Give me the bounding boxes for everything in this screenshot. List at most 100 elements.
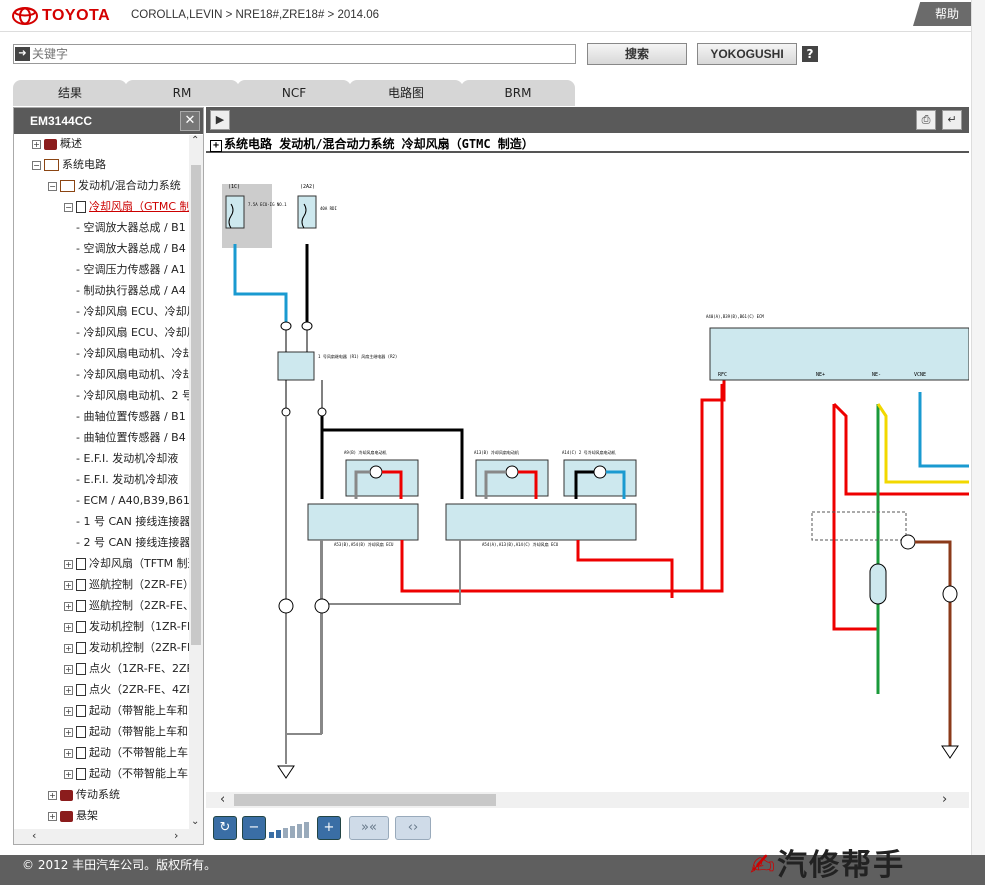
motor-2-symbol bbox=[505, 465, 519, 479]
watermark-text: 汽修帮手 bbox=[777, 848, 906, 883]
fuse-2 bbox=[297, 195, 317, 229]
tree-item[interactable]: - 冷却风扇电动机、冷却 bbox=[76, 366, 189, 384]
ecm-ne-minus-pin: NE- bbox=[872, 372, 881, 378]
scroll-down-icon[interactable]: ⌄ bbox=[191, 816, 199, 827]
tree-item[interactable]: - 2 号 CAN 接线连接器 bbox=[76, 534, 189, 552]
tree-item[interactable]: + 传动系统 bbox=[48, 786, 120, 804]
prev-next-icon[interactable]: ‹› bbox=[395, 816, 431, 840]
tree-item-label: 起动（带智能上车和 bbox=[89, 704, 188, 717]
tree-item[interactable]: − 系统电路 bbox=[32, 156, 106, 174]
refresh-icon[interactable]: ↻ bbox=[213, 816, 237, 840]
expand-icon[interactable]: + bbox=[48, 811, 57, 821]
tree-item[interactable]: - 空调放大器总成 / B1 bbox=[76, 219, 186, 237]
tree-item[interactable]: − 冷却风扇（GTMC 制造 bbox=[64, 198, 189, 216]
tree-item[interactable]: + 起动（不带智能上车 bbox=[64, 744, 188, 762]
help-button[interactable]: 帮助 bbox=[913, 2, 973, 26]
tree-item[interactable]: + 巡航控制（2ZR-FE、 bbox=[64, 597, 189, 615]
expand-icon[interactable]: + bbox=[64, 706, 73, 716]
tree-item[interactable]: + 起动（不带智能上车 bbox=[64, 765, 188, 783]
search-button[interactable]: 搜索 bbox=[587, 43, 687, 65]
collapse-icon[interactable]: − bbox=[32, 160, 41, 170]
tree-item-label: - E.F.I. 发动机冷却液 bbox=[76, 473, 179, 486]
tree-item-label: - 空调放大器总成 / B1 bbox=[76, 221, 186, 234]
tree-item[interactable]: + 点火（2ZR-FE、4ZR- bbox=[64, 681, 189, 699]
tree-item[interactable]: - ECM / A40,B39,B61 bbox=[76, 492, 189, 510]
panel-title: EM3144CC bbox=[14, 108, 203, 134]
expand-icon[interactable]: + bbox=[64, 727, 73, 737]
tree-item[interactable]: - 空调压力传感器 / A1 bbox=[76, 261, 186, 279]
page-vertical-scrollbar[interactable] bbox=[971, 0, 985, 855]
scroll-right-icon[interactable]: › bbox=[174, 829, 178, 842]
tree-item[interactable]: + 起动（带智能上车和 bbox=[64, 723, 188, 741]
tree-item[interactable]: - 1 号 CAN 接线连接器 bbox=[76, 513, 189, 531]
tree-item[interactable]: + 发动机控制（1ZR-FE bbox=[64, 618, 189, 636]
scroll-left-icon[interactable]: ‹ bbox=[220, 792, 225, 807]
expand-icon[interactable]: + bbox=[64, 685, 73, 695]
print-icon[interactable]: ⎙ bbox=[916, 110, 936, 130]
expand-icon[interactable]: + bbox=[64, 643, 73, 653]
tree-item[interactable]: - E.F.I. 发动机冷却液 bbox=[76, 450, 178, 468]
diagram-scroll-thumb[interactable] bbox=[234, 794, 496, 806]
tree-item[interactable]: + 发动机控制（2ZR-FE bbox=[64, 639, 189, 657]
wiring-diagram[interactable]: + 系统电路 发动机/混合动力系统 冷却风扇（GTMC 制造） (1C) 7.5A… bbox=[206, 134, 969, 794]
page-icon bbox=[76, 726, 86, 738]
tree-item[interactable]: + 概述 bbox=[32, 135, 82, 153]
tree-item[interactable]: + 悬架 bbox=[48, 807, 98, 825]
close-panel-button[interactable]: ✕ bbox=[180, 111, 200, 131]
yokogushi-button[interactable]: YOKOGUSHI bbox=[697, 43, 797, 65]
zoom-level-icon[interactable] bbox=[269, 820, 315, 838]
scroll-right-icon[interactable]: › bbox=[942, 792, 947, 807]
collapse-icon[interactable]: − bbox=[64, 202, 73, 212]
tree-horizontal-scrollbar[interactable]: ‹ › bbox=[14, 829, 203, 844]
tab-results[interactable]: 结果 bbox=[13, 80, 127, 106]
tab-rm[interactable]: RM bbox=[125, 80, 239, 106]
expand-icon[interactable]: + bbox=[32, 139, 41, 149]
tree-item[interactable]: - 冷却风扇电动机、冷却 bbox=[76, 345, 189, 363]
collapse-icon[interactable]: − bbox=[48, 181, 57, 191]
scroll-left-icon[interactable]: ‹ bbox=[32, 829, 36, 842]
tree-item-label: - 曲轴位置传感器 / B1 bbox=[76, 410, 186, 423]
tree-item[interactable]: − 发动机/混合动力系统 bbox=[48, 177, 181, 195]
tree-item[interactable]: + 冷却风扇（TFTM 制造 bbox=[64, 555, 189, 573]
tree-item[interactable]: + 起动（带智能上车和 bbox=[64, 702, 188, 720]
tab-brm[interactable]: BRM bbox=[461, 80, 575, 106]
search-box[interactable]: ➜ bbox=[13, 44, 576, 64]
expand-icon[interactable]: + bbox=[48, 790, 57, 800]
tree-item[interactable]: - E.F.I. 发动机冷却液 bbox=[76, 471, 178, 489]
connector-2 bbox=[301, 321, 313, 331]
expand-icon[interactable]: + bbox=[64, 769, 73, 779]
tree-item[interactable]: - 制动执行器总成 / A4 bbox=[76, 282, 186, 300]
expand-icon[interactable]: + bbox=[210, 140, 222, 152]
zoom-in-icon[interactable]: + bbox=[317, 816, 341, 840]
expand-icon[interactable]: + bbox=[64, 622, 73, 632]
tree-item[interactable]: + 点火（1ZR-FE、2ZR- bbox=[64, 660, 189, 678]
tree-item[interactable]: - 曲轴位置传感器 / B1 bbox=[76, 408, 186, 426]
crank-sensor bbox=[869, 563, 887, 605]
expand-icon[interactable]: + bbox=[64, 601, 73, 611]
tree-item[interactable]: + 巡航控制（2ZR-FE） bbox=[64, 576, 189, 594]
tree-item[interactable]: - 曲轴位置传感器 / B4 bbox=[76, 429, 186, 447]
book-open-icon bbox=[60, 180, 75, 192]
expand-icon[interactable]: + bbox=[64, 559, 73, 569]
zoom-out-icon[interactable]: − bbox=[242, 816, 266, 840]
tab-wiring[interactable]: 电路图 bbox=[349, 80, 463, 106]
return-icon[interactable]: ↵ bbox=[942, 110, 962, 130]
tree-scroll-thumb[interactable] bbox=[191, 165, 201, 645]
expand-icon[interactable]: + bbox=[64, 580, 73, 590]
tree-item[interactable]: - 冷却风扇 ECU、冷却风 bbox=[76, 303, 189, 321]
tree-item[interactable]: - 冷却风扇电动机、2 号 bbox=[76, 387, 189, 405]
diagram-horizontal-scrollbar[interactable]: ‹ › bbox=[206, 792, 969, 808]
motor-2-label: A13(B) 冷却风扇电动机 bbox=[474, 449, 519, 455]
tab-ncf[interactable]: NCF bbox=[237, 80, 351, 106]
play-icon[interactable]: ▶ bbox=[210, 110, 230, 130]
tree-item[interactable]: - 空调放大器总成 / B4 bbox=[76, 240, 186, 258]
help-question-icon[interactable]: ? bbox=[802, 46, 818, 62]
tree-vertical-scrollbar[interactable]: ⌃ ⌄ bbox=[189, 135, 203, 829]
scroll-up-icon[interactable]: ⌃ bbox=[191, 135, 199, 146]
expand-icon[interactable]: + bbox=[64, 748, 73, 758]
tree-item-label: - 冷却风扇 ECU、冷却风 bbox=[76, 326, 189, 339]
tree-item[interactable]: - 冷却风扇 ECU、冷却风 bbox=[76, 324, 189, 342]
search-input[interactable] bbox=[32, 46, 572, 62]
first-page-icon[interactable]: »« bbox=[349, 816, 389, 840]
expand-icon[interactable]: + bbox=[64, 664, 73, 674]
